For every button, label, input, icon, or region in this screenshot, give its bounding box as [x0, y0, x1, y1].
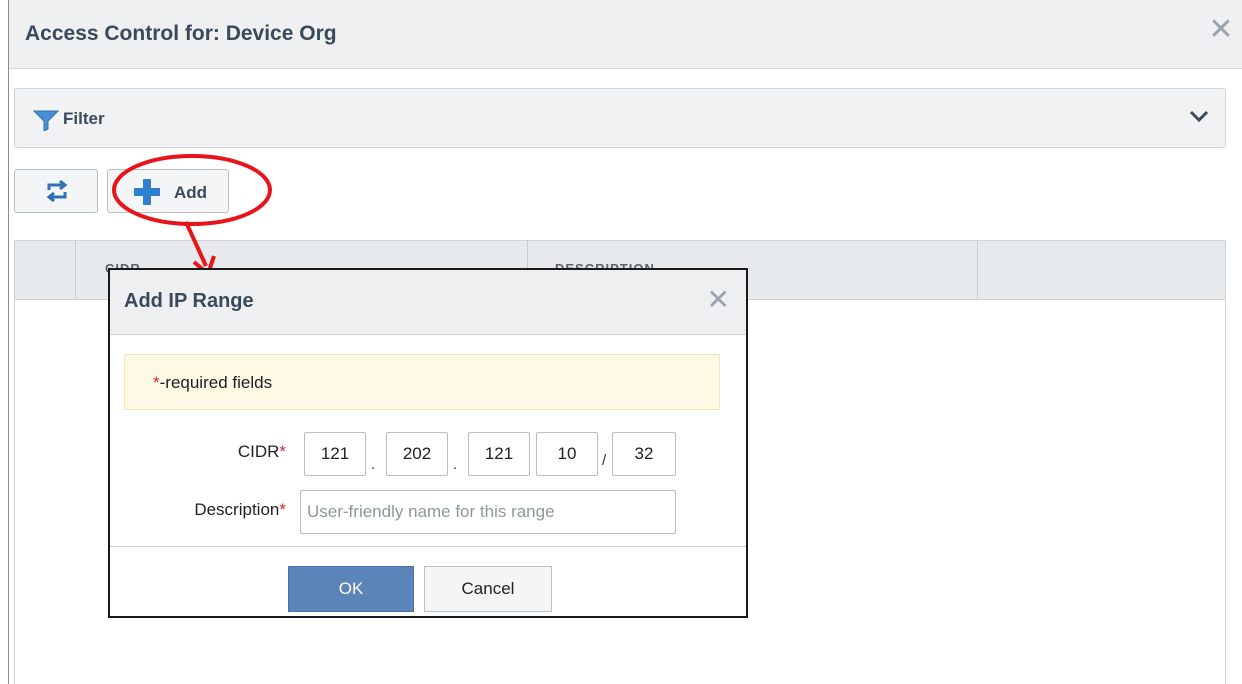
- required-fields-text: *-required fields: [153, 373, 272, 393]
- cidr-dot: .: [371, 456, 376, 473]
- plus-icon: [134, 179, 160, 205]
- add-button[interactable]: Add: [107, 169, 229, 213]
- cidr-prefix[interactable]: 32: [612, 432, 676, 476]
- dialog-divider: [110, 546, 746, 547]
- dialog-title: Add IP Range: [124, 290, 254, 312]
- dialog-header: Add IP Range ✕: [110, 270, 746, 335]
- column-divider: [977, 241, 978, 299]
- cidr-label-text: CIDR: [237, 442, 280, 461]
- filter-bar[interactable]: Filter: [14, 88, 1226, 148]
- description-label-text: Description: [194, 500, 280, 519]
- description-label: Description*: [140, 500, 286, 520]
- cidr-label: CIDR*: [170, 442, 286, 462]
- cidr-slash: /: [602, 452, 607, 469]
- cidr-dot: .: [453, 456, 458, 473]
- required-asterisk: *: [153, 373, 160, 392]
- cidr-octet-1[interactable]: 121: [304, 432, 366, 476]
- column-divider: [75, 241, 76, 299]
- cancel-button[interactable]: Cancel: [424, 566, 552, 612]
- ok-button[interactable]: OK: [288, 566, 414, 612]
- cidr-octet-4[interactable]: 10: [536, 432, 598, 476]
- required-fields-notice: *-required fields: [124, 354, 720, 410]
- funnel-icon: [32, 109, 60, 136]
- cidr-octet-3[interactable]: 121: [468, 432, 530, 476]
- required-asterisk: *: [279, 500, 286, 519]
- required-note: -required fields: [159, 373, 273, 392]
- add-button-label: Add: [174, 183, 208, 202]
- required-asterisk: *: [279, 442, 286, 461]
- description-input[interactable]: [300, 490, 676, 534]
- refresh-button[interactable]: [14, 169, 98, 213]
- add-ip-range-dialog: Add IP Range ✕ *-required fields CIDR* 1…: [108, 268, 748, 618]
- cidr-octet-2[interactable]: 202: [386, 432, 448, 476]
- window-title: Access Control for: Device Org: [25, 22, 337, 45]
- window-header: Access Control for: Device Org ✕: [9, 0, 1242, 69]
- chevron-down-icon[interactable]: [1189, 109, 1209, 128]
- close-icon[interactable]: ✕: [707, 286, 730, 314]
- filter-label: Filter: [63, 109, 105, 128]
- refresh-icon: [46, 180, 68, 202]
- close-icon[interactable]: ✕: [1207, 15, 1235, 45]
